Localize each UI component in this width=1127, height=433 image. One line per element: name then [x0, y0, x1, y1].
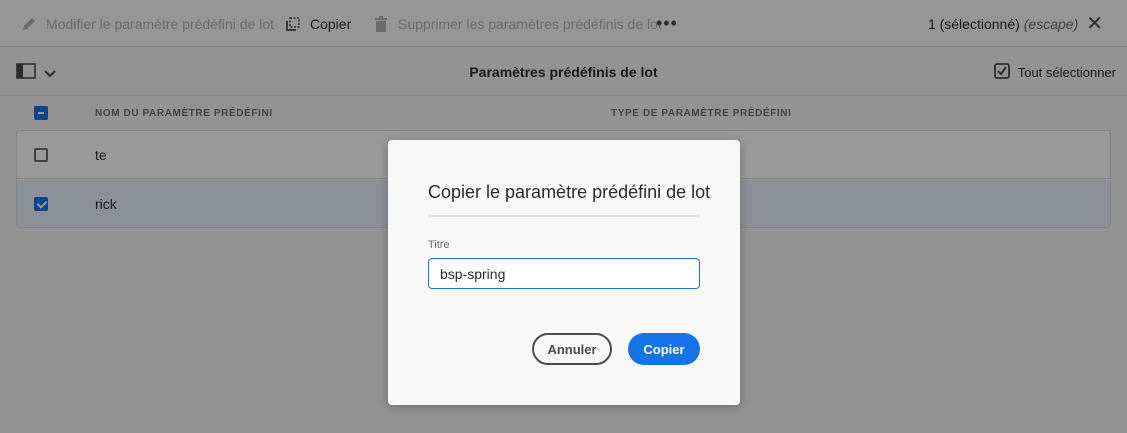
dialog-title: Copier le paramètre prédéfini de lot: [428, 182, 711, 202]
copy-preset-dialog: Copier le paramètre prédéfini de lot Tit…: [388, 140, 740, 405]
dialog-divider: [428, 215, 700, 217]
title-field-label: Titre: [428, 239, 450, 251]
confirm-copy-button[interactable]: Copier: [628, 333, 700, 365]
title-input[interactable]: [428, 258, 700, 289]
cancel-button[interactable]: Annuler: [532, 333, 612, 365]
